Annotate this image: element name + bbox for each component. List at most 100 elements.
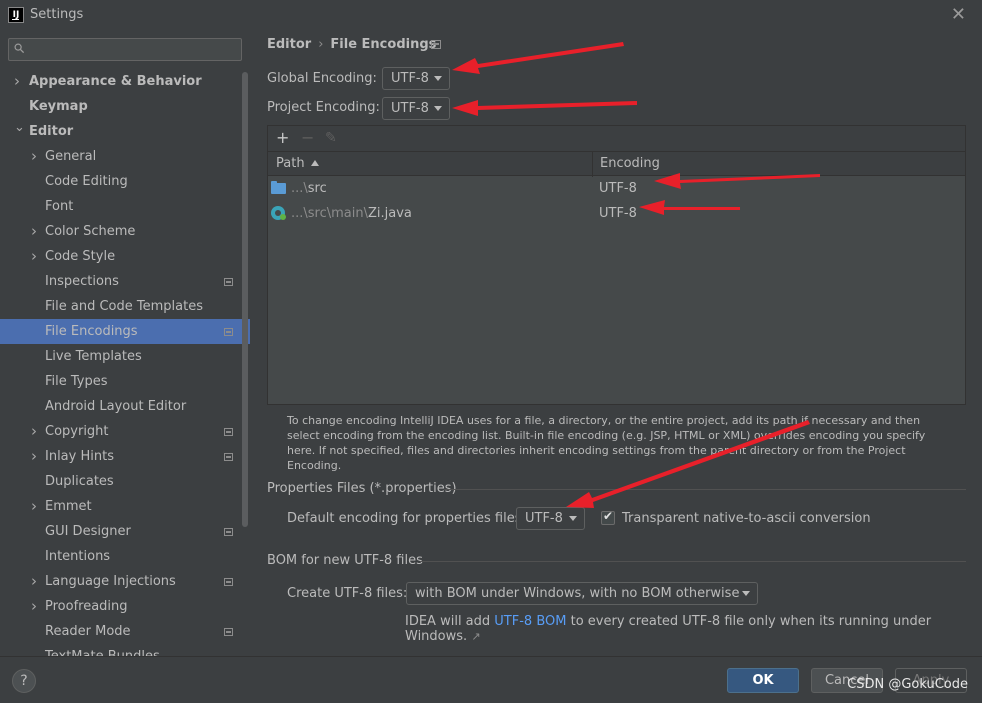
utf8-bom-link[interactable]: UTF-8 BOM xyxy=(494,614,566,629)
chevron-down-icon xyxy=(434,76,442,81)
path-name: src xyxy=(307,181,327,196)
help-button[interactable]: ? xyxy=(12,669,36,693)
ok-button[interactable]: OK xyxy=(727,668,799,693)
folder-icon xyxy=(271,181,286,194)
sidebar-item[interactable]: › Copyright xyxy=(0,419,250,444)
breadcrumb-separator: › xyxy=(318,37,324,52)
sidebar-item-label: Appearance & Behavior xyxy=(29,74,202,89)
sidebar-item-label: Live Templates xyxy=(45,349,142,364)
external-link-icon[interactable]: ↗ xyxy=(471,630,480,643)
table-body: Path Encoding ...\src UTF-8 ...\src\main… xyxy=(268,151,965,404)
chevron-right-icon[interactable]: › xyxy=(31,494,37,519)
sidebar-item[interactable]: › Emmet xyxy=(0,494,250,519)
sidebar-scrollbar[interactable] xyxy=(242,72,248,527)
sidebar-item[interactable]: › Color Scheme xyxy=(0,219,250,244)
sidebar-item[interactable]: › Language Injections xyxy=(0,569,250,594)
properties-encoding-select[interactable]: UTF-8 xyxy=(516,507,585,530)
section-divider xyxy=(420,561,966,562)
sidebar-item-label: Android Layout Editor xyxy=(45,399,187,414)
add-icon[interactable]: + xyxy=(276,128,289,148)
path-column-header[interactable]: Path xyxy=(276,156,319,171)
sidebar-item-label: File and Code Templates xyxy=(45,299,203,314)
sidebar-item[interactable]: Code Editing xyxy=(0,169,250,194)
column-divider[interactable] xyxy=(592,152,593,177)
project-encoding-select[interactable]: UTF-8 xyxy=(382,97,450,120)
sidebar-item[interactable]: Live Templates xyxy=(0,344,250,369)
sidebar-item[interactable]: Intentions xyxy=(0,544,250,569)
chevron-right-icon[interactable]: › xyxy=(31,419,37,444)
bom-option-select[interactable]: with BOM under Windows, with no BOM othe… xyxy=(406,582,758,605)
project-scope-icon xyxy=(431,40,441,49)
settings-search-input[interactable] xyxy=(8,38,242,61)
table-row[interactable]: ...\src UTF-8 xyxy=(268,176,965,201)
remove-icon[interactable]: − xyxy=(301,128,314,148)
sidebar-item[interactable]: File Encodings xyxy=(0,319,250,344)
sidebar-item[interactable]: GUI Designer xyxy=(0,519,250,544)
project-scope-icon xyxy=(224,628,233,636)
search-icon xyxy=(14,43,25,54)
sidebar-item[interactable]: ⌄ Editor xyxy=(0,119,250,144)
sidebar-item[interactable]: › Code Style xyxy=(0,244,250,269)
sidebar-item-label: Duplicates xyxy=(45,474,114,489)
encoding-column-header[interactable]: Encoding xyxy=(600,156,660,171)
sidebar-item-label: File Types xyxy=(45,374,108,389)
sidebar-item-label: Language Injections xyxy=(45,574,176,589)
properties-section-title: Properties Files (*.properties) xyxy=(267,481,457,496)
project-scope-icon xyxy=(224,278,233,286)
project-scope-icon xyxy=(224,328,233,336)
sort-ascending-icon xyxy=(310,160,319,166)
csdn-watermark: CSDN @GokuCode xyxy=(847,677,968,692)
chevron-right-icon[interactable]: › xyxy=(14,69,20,94)
chevron-right-icon[interactable]: › xyxy=(31,144,37,169)
path-cell: ...\src xyxy=(291,176,327,201)
chevron-right-icon[interactable]: › xyxy=(31,569,37,594)
project-encoding-label: Project Encoding: xyxy=(267,100,380,115)
sidebar-item[interactable]: File Types xyxy=(0,369,250,394)
dialog-footer: ? OK Cancel Apply CSDN @GokuCode xyxy=(0,656,982,703)
create-utf8-label: Create UTF-8 files: xyxy=(287,586,408,601)
sidebar-item[interactable]: Android Layout Editor xyxy=(0,394,250,419)
sidebar-item-label: Inspections xyxy=(45,274,119,289)
edit-icon[interactable]: ✎ xyxy=(325,128,337,148)
table-toolbar: + − ✎ xyxy=(268,126,965,151)
transparent-conversion-label[interactable]: Transparent native-to-ascii conversion xyxy=(622,511,871,526)
sidebar-item[interactable]: › General xyxy=(0,144,250,169)
sidebar-item[interactable]: TextMate Bundles xyxy=(0,644,250,656)
sidebar-item[interactable]: Font xyxy=(0,194,250,219)
transparent-conversion-checkbox[interactable]: ✔ xyxy=(601,509,615,525)
global-encoding-select[interactable]: UTF-8 xyxy=(382,67,450,90)
sidebar-item[interactable]: Reader Mode xyxy=(0,619,250,644)
close-icon[interactable]: ✕ xyxy=(951,4,966,25)
bom-note-prefix: IDEA will add xyxy=(405,614,495,629)
chevron-right-icon[interactable]: › xyxy=(31,594,37,619)
global-encoding-label: Global Encoding: xyxy=(267,71,377,86)
table-row[interactable]: ...\src\main\Zi.java UTF-8 xyxy=(268,201,965,226)
chevron-down-icon[interactable]: ⌄ xyxy=(14,115,25,140)
encoding-cell[interactable]: UTF-8 xyxy=(599,176,637,201)
chevron-down-icon xyxy=(742,591,750,596)
sidebar-item[interactable]: › Appearance & Behavior xyxy=(0,69,250,94)
sidebar-item[interactable]: Duplicates xyxy=(0,469,250,494)
sidebar-item-label: Keymap xyxy=(29,99,88,114)
encoding-cell[interactable]: UTF-8 xyxy=(599,201,637,226)
encoding-help-text: To change encoding IntelliJ IDEA uses fo… xyxy=(287,414,926,472)
sidebar-item-label: Code Editing xyxy=(45,174,128,189)
sidebar-item[interactable]: › Inlay Hints xyxy=(0,444,250,469)
path-header-label: Path xyxy=(276,156,305,171)
sidebar-item-label: GUI Designer xyxy=(45,524,131,539)
chevron-right-icon[interactable]: › xyxy=(31,219,37,244)
sidebar-item-label: Color Scheme xyxy=(45,224,136,239)
project-scope-icon xyxy=(224,528,233,536)
sidebar-item-label: TextMate Bundles xyxy=(45,644,160,656)
sidebar-item[interactable]: Inspections xyxy=(0,269,250,294)
sidebar-item[interactable]: Keymap xyxy=(0,94,250,119)
chevron-right-icon[interactable]: › xyxy=(31,444,37,469)
java-class-icon xyxy=(271,206,286,220)
sidebar-item-label: Emmet xyxy=(45,499,92,514)
bom-option-value: with BOM under Windows, with no BOM othe… xyxy=(415,586,740,601)
sidebar-item[interactable]: › Proofreading xyxy=(0,594,250,619)
chevron-right-icon[interactable]: › xyxy=(31,244,37,269)
bom-section-title: BOM for new UTF-8 files xyxy=(267,553,423,568)
breadcrumb-parent[interactable]: Editor xyxy=(267,37,311,52)
sidebar-item[interactable]: File and Code Templates xyxy=(0,294,250,319)
